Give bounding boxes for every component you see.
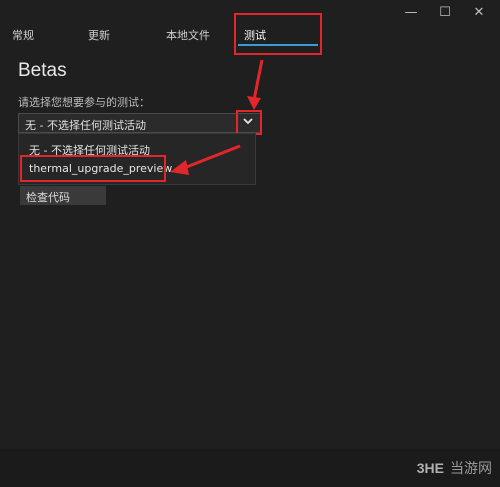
minimize-button[interactable]: — [404, 6, 418, 20]
tab-local-files[interactable]: 本地文件 [166, 27, 210, 43]
beta-select[interactable]: 无 - 不选择任何测试活动 [18, 113, 262, 133]
watermark: 3HE 当游网 [417, 458, 492, 478]
tab-highlight-box [234, 13, 322, 55]
tab-general[interactable]: 常规 [12, 27, 34, 43]
maximize-button[interactable]: ☐ [438, 6, 452, 20]
tab-updates[interactable]: 更新 [88, 27, 110, 43]
annotation-arrows [170, 59, 264, 175]
option-highlight-box [20, 155, 166, 182]
close-button[interactable]: ✕ [472, 6, 486, 20]
watermark-logo: 3HE [416, 460, 444, 476]
window-controls: — ☐ ✕ [404, 6, 486, 20]
page-title: Betas [18, 60, 67, 81]
watermark-site: 当游网 [450, 461, 492, 477]
chevron-down-icon[interactable] [242, 115, 254, 127]
beta-select-value: 无 - 不选择任何测试活动 [25, 119, 146, 132]
check-code-button[interactable]: 检查代码 [20, 186, 106, 205]
beta-select-prompt: 请选择您想要参与的测试： [18, 96, 150, 109]
check-code-button-label: 检查代码 [26, 191, 70, 204]
arrow-down-icon [247, 59, 264, 110]
